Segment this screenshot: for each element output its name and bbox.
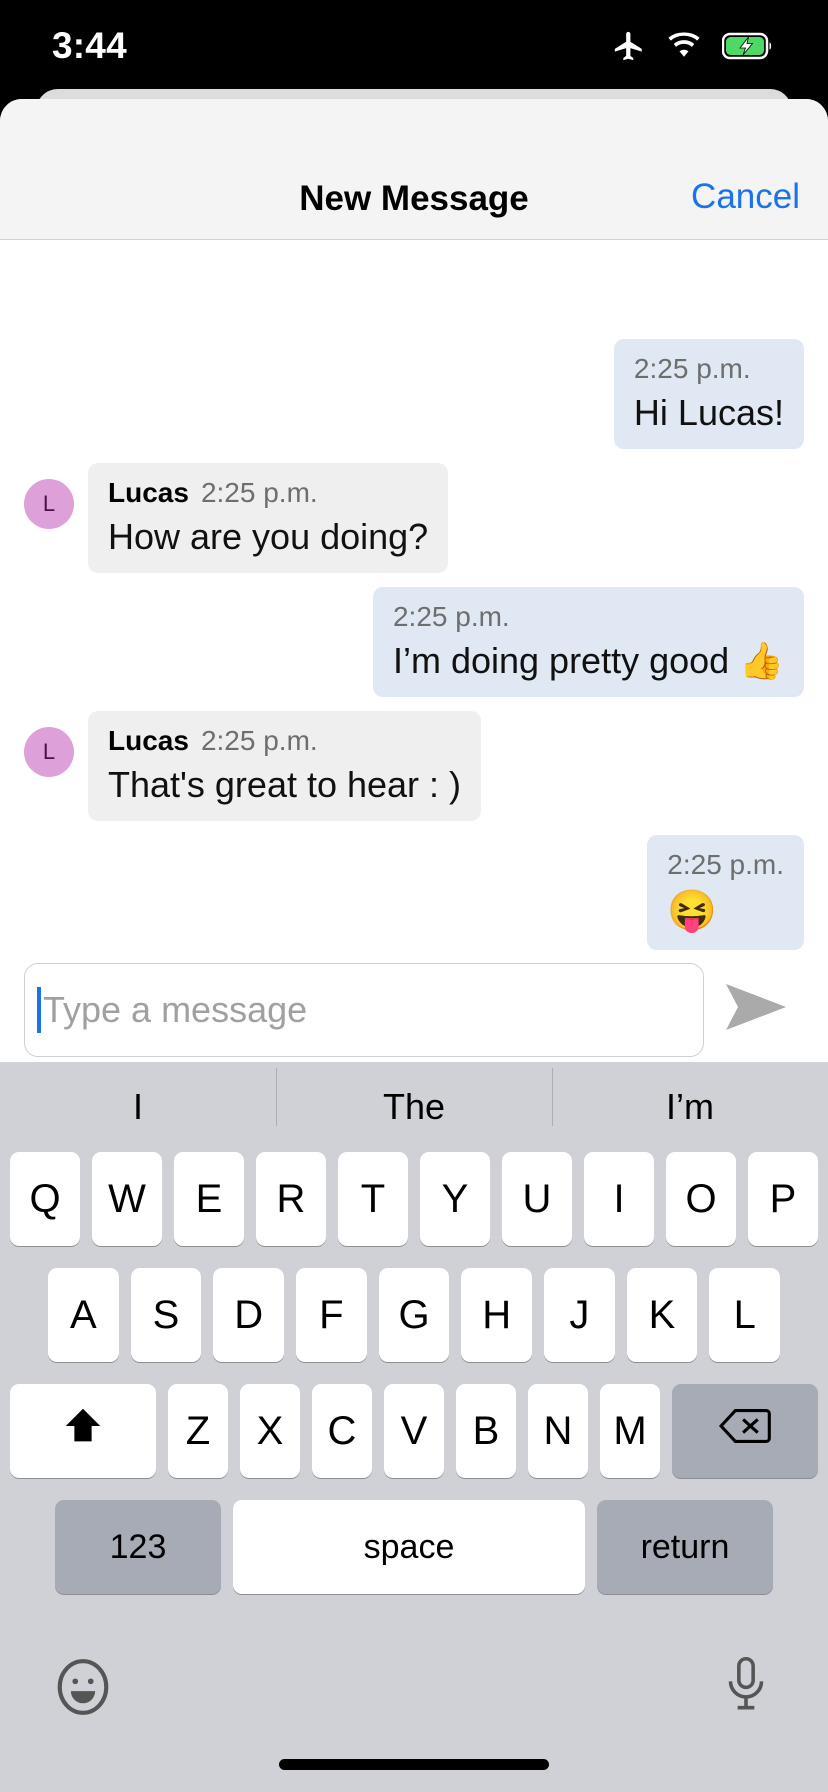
smiley-face-icon: [52, 1659, 114, 1722]
key-k[interactable]: K: [626, 1268, 698, 1362]
key-b[interactable]: B: [456, 1384, 516, 1478]
message-timestamp: 2:25 p.m.: [392, 600, 510, 632]
message-row: L Lucas 2:25 p.m. How are you doing?: [0, 462, 828, 573]
nav-bar: New Message Cancel: [0, 99, 828, 240]
status-icons: [612, 29, 774, 63]
message-bubble-outgoing[interactable]: 2:25 p.m. Hi Lucas!: [613, 339, 804, 449]
message-input[interactable]: Type a message: [24, 962, 704, 1057]
composer-bar: Type a message: [0, 957, 828, 1062]
message-timestamp: 2:25 p.m.: [667, 848, 784, 880]
key-z[interactable]: Z: [168, 1384, 228, 1478]
key-n[interactable]: N: [528, 1384, 588, 1478]
on-screen-keyboard[interactable]: I The I’m Q W E R T Y U I O P A S D F G …: [0, 1062, 828, 1792]
key-l[interactable]: L: [709, 1268, 781, 1362]
suggestion-bar: I The I’m: [0, 1062, 828, 1152]
message-meta: Lucas 2:25 p.m.: [108, 723, 461, 760]
message-row: L Lucas 2:25 p.m. That's great to hear : …: [0, 710, 828, 821]
airplane-mode-icon: [612, 29, 646, 63]
key-d[interactable]: D: [213, 1268, 284, 1362]
key-i[interactable]: I: [584, 1152, 654, 1246]
key-h[interactable]: H: [461, 1268, 533, 1362]
message-timestamp: 2:25 p.m.: [200, 476, 318, 508]
key-q[interactable]: Q: [10, 1152, 80, 1246]
key-r[interactable]: R: [256, 1152, 326, 1246]
wifi-icon: [666, 32, 702, 60]
key-y[interactable]: Y: [420, 1152, 490, 1246]
key-e[interactable]: E: [174, 1152, 244, 1246]
backspace-key[interactable]: [672, 1384, 818, 1478]
microphone-icon: [716, 1656, 776, 1720]
message-text: That's great to hear : ): [108, 763, 462, 805]
status-bar: 3:44: [0, 0, 828, 92]
message-bubble-incoming[interactable]: Lucas 2:25 p.m. How are you doing?: [88, 462, 449, 573]
return-key[interactable]: return: [597, 1500, 773, 1594]
key-m[interactable]: M: [600, 1384, 660, 1478]
key-u[interactable]: U: [502, 1152, 572, 1246]
conversation-list[interactable]: 2:25 p.m. Hi Lucas! L Lucas 2:25 p.m. How…: [0, 339, 828, 955]
battery-charging-icon: [722, 31, 774, 61]
suggestion-item[interactable]: I: [0, 1086, 276, 1128]
key-c[interactable]: C: [312, 1384, 372, 1478]
key-w[interactable]: W: [92, 1152, 162, 1246]
message-sender: Lucas: [108, 724, 189, 756]
text-caret: [37, 986, 41, 1033]
keyboard-row-1: Q W E R T Y U I O P: [0, 1152, 828, 1246]
send-button[interactable]: [710, 963, 804, 1057]
message-bubble-outgoing[interactable]: 2:25 p.m. I’m doing pretty good 👍: [372, 586, 804, 697]
cancel-button[interactable]: Cancel: [691, 177, 800, 217]
shift-arrow-icon: [60, 1403, 106, 1459]
key-p[interactable]: P: [748, 1152, 818, 1246]
avatar: L: [24, 726, 74, 777]
key-v[interactable]: V: [384, 1384, 444, 1478]
message-bubble-outgoing[interactable]: 2:25 p.m. 😝: [647, 834, 804, 950]
key-t[interactable]: T: [338, 1152, 408, 1246]
key-x[interactable]: X: [240, 1384, 300, 1478]
space-key[interactable]: space: [233, 1500, 585, 1594]
message-text: 😝: [667, 888, 718, 933]
key-a[interactable]: A: [47, 1268, 119, 1362]
message-meta: Lucas 2:25 p.m.: [108, 475, 428, 512]
backspace-icon: [718, 1406, 772, 1456]
message-text: How are you doing?: [108, 515, 429, 557]
keyboard-bottom-bar: [0, 1632, 828, 1792]
message-timestamp: 2:25 p.m.: [633, 353, 751, 384]
keyboard-row-4: 123 space return: [0, 1500, 828, 1594]
emoji-key[interactable]: [52, 1656, 114, 1723]
message-row: 2:25 p.m. 😝: [0, 834, 828, 950]
key-f[interactable]: F: [296, 1268, 367, 1362]
key-s[interactable]: S: [130, 1268, 202, 1362]
home-indicator: [279, 1759, 549, 1770]
avatar: L: [24, 478, 74, 529]
message-row: 2:25 p.m. Hi Lucas!: [0, 339, 828, 449]
suggestion-item[interactable]: The: [276, 1068, 552, 1128]
key-g[interactable]: G: [378, 1268, 450, 1362]
send-arrow-icon: [724, 982, 790, 1037]
status-time: 3:44: [52, 25, 127, 66]
message-sender: Lucas: [108, 476, 189, 508]
key-j[interactable]: J: [544, 1268, 615, 1362]
key-o[interactable]: O: [666, 1152, 736, 1246]
message-bubble-incoming[interactable]: Lucas 2:25 p.m. That's great to hear : ): [88, 710, 482, 821]
keyboard-row-2: A S D F G H J K L: [0, 1268, 828, 1362]
suggestion-item[interactable]: I’m: [552, 1068, 828, 1128]
message-row: 2:25 p.m. I’m doing pretty good 👍: [0, 586, 828, 697]
numbers-key[interactable]: 123: [55, 1500, 221, 1594]
message-text: Hi Lucas!: [633, 391, 784, 433]
message-text: I’m doing pretty good 👍: [392, 639, 784, 681]
new-message-sheet: New Message Cancel 2:25 p.m. Hi Lucas! L…: [0, 99, 828, 1792]
dictation-key[interactable]: [716, 1654, 776, 1721]
message-input-placeholder: Type a message: [43, 988, 308, 1030]
keyboard-row-3: Z X C V B N M: [0, 1384, 828, 1478]
shift-key[interactable]: [10, 1384, 156, 1478]
message-timestamp: 2:25 p.m.: [200, 724, 318, 756]
